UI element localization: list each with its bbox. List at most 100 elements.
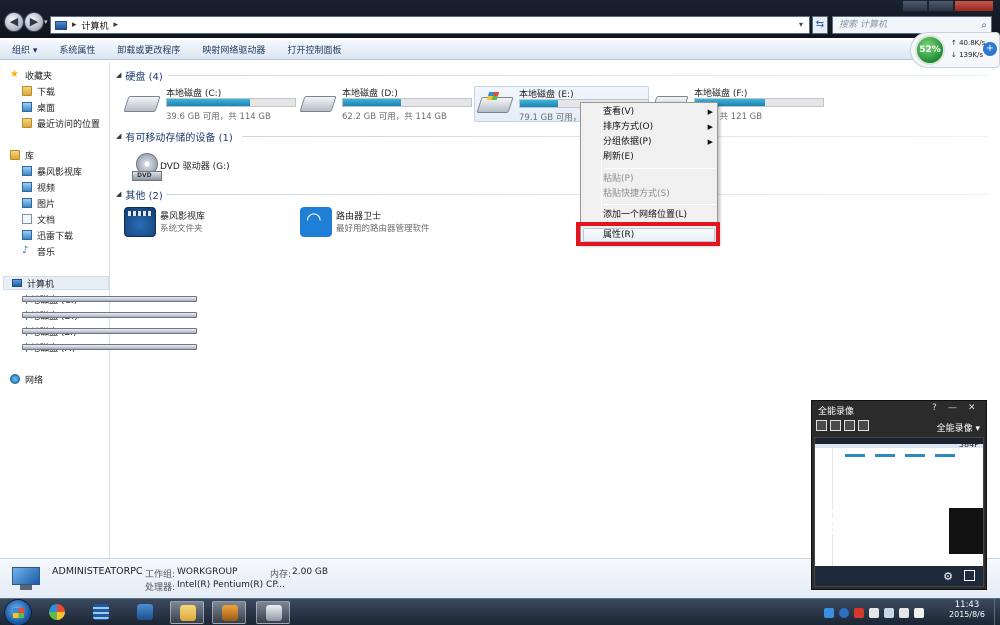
navigation-pane: ★ 收藏夹 下载 桌面 最近访问的位置 库 暴风影视库 视频 图片 文档 迅雷下…	[0, 62, 197, 558]
help-button[interactable]: ?	[932, 403, 937, 413]
sidebar-item-videos[interactable]: 视频	[22, 180, 55, 194]
drive-c[interactable]: 本地磁盘 (C:) 39.6 GB 可用，共 114 GB	[122, 86, 297, 122]
control-panel-button[interactable]: 打开控制面板	[287, 43, 341, 56]
group-header-hard-disks[interactable]: ◢ 硬盘 (4)	[116, 69, 163, 83]
breadcrumb-separator[interactable]: ▸	[72, 20, 77, 30]
sidebar-item-drive-d[interactable]: 本地磁盘 (D:)	[22, 308, 197, 322]
gear-icon[interactable]: ⚙	[943, 570, 953, 583]
sidebar-item-drive-f[interactable]: 本地磁盘 (F:)	[22, 340, 197, 354]
tray-volume-icon[interactable]	[899, 607, 909, 618]
tray-security-icon[interactable]	[854, 607, 864, 618]
sidebar-libraries[interactable]: 库	[10, 148, 34, 162]
tray-monitor-icon[interactable]	[884, 607, 894, 618]
recorder-mode-dropdown[interactable]: 全能录像 ▾	[937, 421, 980, 434]
dvd-drive-g[interactable]: DVD DVD 驱动器 (G:)	[124, 151, 274, 185]
taskbar-app-drive[interactable]	[256, 601, 290, 624]
show-desktop-button[interactable]	[994, 599, 1000, 625]
star-icon: ★	[10, 69, 19, 80]
breadcrumb-computer[interactable]: 计算机	[82, 19, 109, 32]
sidebar-item-baofeng[interactable]: 暴风影视库	[22, 164, 82, 178]
sidebar-item-documents[interactable]: 文档	[22, 212, 55, 226]
window-capture-icon[interactable]	[830, 420, 841, 431]
expand-icon[interactable]	[964, 570, 975, 581]
upload-speed: ↑ 40.8K/s	[951, 39, 986, 47]
sidebar-item-drive-e[interactable]: 本地磁盘 (E:)	[22, 324, 197, 338]
minimize-button[interactable]	[902, 0, 928, 12]
item-baofeng-library[interactable]: 暴风影视库 系统文件夹	[124, 205, 324, 239]
network-icon	[10, 374, 20, 384]
menu-item-paste[interactable]: 粘贴(P)	[603, 172, 715, 186]
recent-places-icon	[22, 118, 32, 128]
address-dropdown-icon[interactable]: ▾	[795, 19, 807, 31]
tray-network-icon[interactable]	[824, 607, 834, 618]
tray-keyboard-icon[interactable]	[914, 607, 924, 618]
video-icon	[22, 182, 32, 192]
refresh-button[interactable]: ⇆	[812, 16, 828, 34]
sidebar-network[interactable]: 网络	[10, 372, 43, 386]
back-button[interactable]: ◀	[4, 12, 24, 32]
processor-label: 处理器:	[145, 583, 176, 593]
tray-help-icon[interactable]	[839, 607, 849, 618]
menu-item-group[interactable]: 分组依据(P) ▶	[603, 135, 715, 149]
menu-item-refresh[interactable]: 刷新(E)	[603, 150, 715, 164]
sidebar-label: 音乐	[37, 247, 56, 258]
sidebar-item-pictures[interactable]: 图片	[22, 196, 55, 210]
sidebar-item-drive-c[interactable]: 本地磁盘 (C:)	[22, 292, 197, 306]
group-header-removable[interactable]: ◢ 有可移动存储的设备 (1)	[116, 130, 233, 144]
fullscreen-capture-icon[interactable]	[816, 420, 827, 431]
map-drive-button[interactable]: 映射网络驱动器	[202, 43, 265, 56]
sidebar-item-recent[interactable]: 最近访问的位置	[22, 116, 100, 130]
plus-icon[interactable]: +	[983, 42, 997, 56]
close-button[interactable]: ✕	[968, 403, 976, 413]
taskbar-app-film[interactable]	[84, 601, 118, 624]
close-button[interactable]	[954, 0, 994, 12]
drive-d[interactable]: 本地磁盘 (D:) 62.2 GB 可用，共 114 GB	[298, 86, 473, 122]
sidebar-favorites[interactable]: ★ 收藏夹	[10, 68, 52, 82]
minimize-button[interactable]: —	[948, 403, 957, 413]
taskbar-app-installer[interactable]	[212, 601, 246, 624]
submenu-arrow-icon: ▶	[707, 123, 713, 131]
sidebar-item-downloads[interactable]: 下载	[22, 84, 55, 98]
drive-free-space: 62.2 GB 可用，共 114 GB	[342, 112, 447, 122]
recorder-preview: 384P ⚙	[814, 437, 984, 587]
taskbar-app-flower[interactable]	[40, 601, 74, 624]
computer-name: ADMINISTEATORPC	[52, 566, 143, 577]
collapse-triangle-icon[interactable]: ◢	[116, 71, 121, 79]
taskbar-clock[interactable]: 11:43 2015/8/6	[940, 600, 994, 619]
region-capture-icon[interactable]	[844, 420, 855, 431]
tray-flag-icon[interactable]	[869, 607, 879, 618]
recorder-tools	[816, 420, 869, 431]
sidebar-item-music[interactable]: ♪ 音乐	[22, 244, 55, 258]
start-button[interactable]	[4, 599, 32, 625]
item-router-guard[interactable]: 路由器卫士 最好用的路由器管理软件	[300, 205, 500, 239]
network-percent-ball[interactable]: 52%	[915, 35, 945, 65]
loop-icon[interactable]	[858, 420, 869, 431]
taskbar-app-explorer[interactable]	[170, 601, 204, 624]
system-properties-button[interactable]: 系统属性	[59, 43, 95, 56]
group-title: 其他 (2)	[125, 190, 163, 202]
monitor-screen	[12, 567, 40, 585]
sidebar-item-xunlei[interactable]: 迅雷下载	[22, 228, 73, 242]
organize-button[interactable]: 组织 ▾	[12, 43, 37, 56]
group-header-other[interactable]: ◢ 其他 (2)	[116, 188, 163, 202]
taskbar-app-media[interactable]	[128, 601, 162, 624]
preview-drive	[905, 454, 925, 457]
computer-icon	[55, 20, 67, 30]
download-folder-icon	[22, 230, 32, 240]
drive-usage-fill	[343, 99, 401, 106]
breadcrumb-separator[interactable]: ▸	[114, 20, 119, 30]
address-bar[interactable]: ▸ 计算机 ▸ ▾	[50, 16, 810, 34]
menu-item-view[interactable]: 查看(V) ▶	[603, 105, 715, 119]
sidebar-computer[interactable]: 计算机	[3, 276, 109, 290]
maximize-button[interactable]	[928, 0, 954, 12]
menu-item-paste-shortcut[interactable]: 粘贴快捷方式(S)	[603, 187, 715, 201]
clock-date: 2015/8/6	[949, 610, 985, 619]
menu-item-add-network-location[interactable]: 添加一个网络位置(L)	[603, 208, 715, 222]
collapse-triangle-icon[interactable]: ◢	[116, 132, 121, 140]
highlight-annotation-box	[576, 222, 720, 246]
sidebar-item-desktop[interactable]: 桌面	[22, 100, 55, 114]
forward-button[interactable]: ▶	[24, 12, 44, 32]
collapse-triangle-icon[interactable]: ◢	[116, 190, 121, 198]
uninstall-button[interactable]: 卸载或更改程序	[117, 43, 180, 56]
menu-item-sort[interactable]: 排序方式(O) ▶	[603, 120, 715, 134]
